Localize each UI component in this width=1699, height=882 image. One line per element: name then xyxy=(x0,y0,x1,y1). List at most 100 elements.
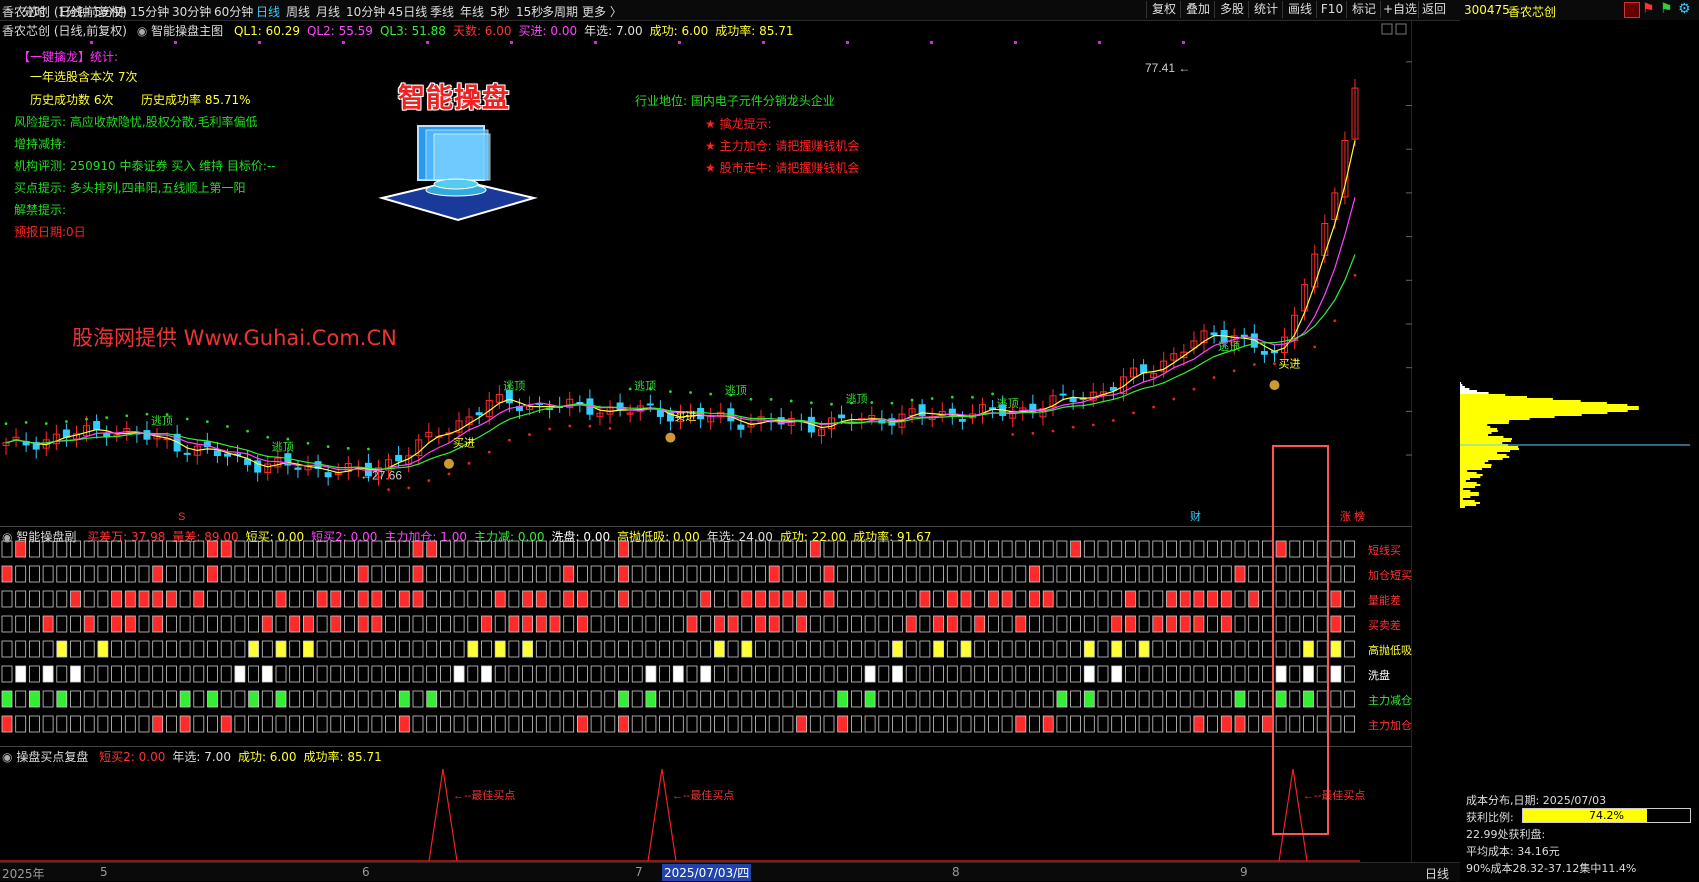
signal-cell xyxy=(727,640,739,658)
signal-cell xyxy=(1,615,13,633)
period-2[interactable]: 5分钟 xyxy=(94,3,126,20)
signal-cell xyxy=(193,540,205,558)
signal-cell xyxy=(919,565,931,583)
signal-cell xyxy=(1234,715,1246,733)
toolbar-btn-0[interactable]: 复权 xyxy=(1146,1,1181,18)
signal-cell xyxy=(83,715,95,733)
signal-cell xyxy=(207,590,218,608)
period-7[interactable]: 周线 xyxy=(286,3,310,20)
signal-cell xyxy=(686,715,698,733)
period-4[interactable]: 30分钟 xyxy=(172,3,211,20)
toolbar-btn-6[interactable]: 标记 xyxy=(1346,1,1381,18)
signal-cell xyxy=(988,590,999,608)
signal-cell xyxy=(398,715,410,733)
window-icon[interactable] xyxy=(1624,2,1640,18)
signal-cell xyxy=(755,715,766,733)
signal-cell xyxy=(1111,715,1123,733)
signal-matrix[interactable]: 12.0010.008.006.004.002.00短线买加仓短买量能差买卖差高… xyxy=(0,527,1412,747)
signal-cell xyxy=(933,690,944,708)
sub-panel-2[interactable]: ◉ 操盘买点复盘 短买2: 0.00 年选: 7.00 成功: 6.00 成功率: 8… xyxy=(0,746,1412,863)
signal-cell xyxy=(604,565,616,583)
signal-cell xyxy=(1029,590,1040,608)
cost-bar xyxy=(1460,426,1491,428)
period-8[interactable]: 月线 xyxy=(316,3,340,20)
period-12[interactable]: 年线 xyxy=(460,3,484,20)
period-1[interactable]: 1分钟 xyxy=(58,3,90,20)
toolbar-btn-5[interactable]: F10 xyxy=(1316,1,1347,18)
period-0[interactable]: 分时 xyxy=(22,3,46,20)
signal-cell xyxy=(316,715,328,733)
signal-cell xyxy=(385,615,397,633)
toolbar-btn-3[interactable]: 统计 xyxy=(1248,1,1283,18)
toolbar-btn-8[interactable]: 返回 xyxy=(1418,1,1449,18)
toolbar-btn-7[interactable]: +自选 xyxy=(1380,1,1419,18)
signal-cell xyxy=(1138,540,1150,558)
trend-dot xyxy=(528,433,531,436)
signal-cell xyxy=(15,690,27,708)
period-6[interactable]: 日线 xyxy=(256,3,280,20)
signal-cell xyxy=(577,540,588,558)
signal-cell xyxy=(42,690,54,708)
trend-dot xyxy=(991,392,994,396)
red-flag-icon[interactable]: ⚑ xyxy=(1642,1,1655,17)
signal-cell xyxy=(28,590,40,608)
signal-cell xyxy=(193,615,205,633)
period-11[interactable]: 季线 xyxy=(430,3,454,20)
panel-max-button[interactable] xyxy=(1381,23,1393,35)
buy-point-chart[interactable]: 1.000.50←--最佳买点←--最佳买点←--最佳买点 xyxy=(0,747,1412,863)
signal-cell xyxy=(864,565,876,583)
signal-cell xyxy=(645,540,657,558)
cost-bar xyxy=(1460,436,1504,438)
signal-cell xyxy=(1042,590,1054,608)
main-chart-panel[interactable]: 香农芯创 (日线,前复权) ◉ 智能操盘主图 QL1: 60.29 QL2: 55… xyxy=(0,20,1412,526)
signal-cell xyxy=(809,665,821,683)
signal-cell xyxy=(111,615,122,633)
signal-cell xyxy=(261,565,273,583)
cost-bar xyxy=(1460,466,1492,468)
signal-cell xyxy=(70,715,81,733)
signal-cell xyxy=(316,565,328,583)
period-indicator[interactable]: 日线 xyxy=(1425,865,1449,882)
signal-cell xyxy=(165,715,177,733)
toolbar-btn-4[interactable]: 画线 xyxy=(1282,1,1317,18)
cursor-date: 2025/07/03/四 xyxy=(662,864,752,881)
signal-cell xyxy=(933,615,944,633)
period-15[interactable]: 多周期 xyxy=(542,3,578,20)
signal-cell xyxy=(481,540,492,558)
period-3[interactable]: 15分钟 xyxy=(130,3,169,20)
signal-cell xyxy=(316,665,328,683)
period-14[interactable]: 15秒 xyxy=(516,3,543,20)
signal-cell xyxy=(42,565,54,583)
signal-cell xyxy=(741,665,753,683)
signal-cell xyxy=(344,565,355,583)
panel-close-button[interactable] xyxy=(1395,23,1407,35)
profit-at: 22.99处获利盘: xyxy=(1466,828,1546,841)
signal-cell xyxy=(344,640,355,658)
signal-cell xyxy=(645,690,657,708)
period-10[interactable]: 45日线 xyxy=(388,3,427,20)
ma-line-3 xyxy=(5,254,1356,470)
signal-cell xyxy=(631,665,643,683)
toolbar-btn-2[interactable]: 多股 xyxy=(1214,1,1249,18)
signal-cell xyxy=(851,590,862,608)
signal-cell xyxy=(768,640,780,658)
green-flag-icon[interactable]: ⚑ xyxy=(1660,1,1673,17)
signal-cell xyxy=(631,690,643,708)
period-5[interactable]: 60分钟 xyxy=(214,3,253,20)
signal-cell xyxy=(1029,640,1040,658)
signal-cell xyxy=(631,640,643,658)
signal-cell xyxy=(1138,615,1150,633)
signal-cell xyxy=(439,665,451,683)
signal-cell xyxy=(549,640,561,658)
signal-cell xyxy=(837,690,849,708)
period-13[interactable]: 5秒 xyxy=(490,3,510,20)
signal-cell xyxy=(590,540,602,558)
signal-cell xyxy=(1029,715,1040,733)
signal-cell xyxy=(248,615,260,633)
period-9[interactable]: 10分钟 xyxy=(346,3,385,20)
period-16[interactable]: 更多 〉 xyxy=(582,3,622,20)
signal-cell xyxy=(412,540,424,558)
sub-panel-1[interactable]: ◉ 智能操盘副 买差万: 37.98 量差: 89.00 短买: 0.00 短买2: … xyxy=(0,526,1412,747)
settings-icon[interactable]: ⚙ xyxy=(1678,1,1691,17)
toolbar-btn-1[interactable]: 叠加 xyxy=(1180,1,1215,18)
